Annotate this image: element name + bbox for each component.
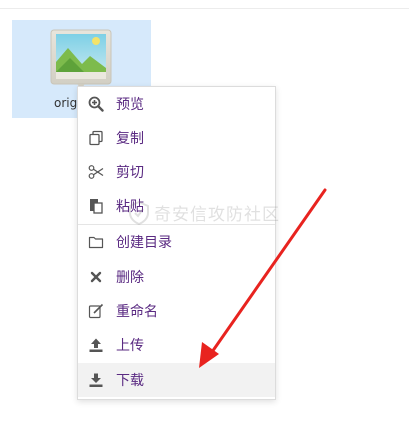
folder-icon [88,234,104,250]
delete-x-icon [88,269,104,285]
menu-item-label: 重命名 [116,304,158,320]
paste-icon [88,198,104,214]
menu-item-delete[interactable]: 删除 [78,260,275,294]
context-menu: 预览 复制 剪切 粘贴 创建目录 删除 重命名 上传 下载 [77,86,276,400]
menu-item-upload[interactable]: 上传 [78,328,275,362]
file-manager-canvas: orig 预览 复制 剪切 粘贴 创建目录 删除 重命名 上传 下载 奇安信攻防… [0,0,409,434]
copy-icon [88,130,104,146]
menu-item-paste[interactable]: 粘贴 [78,189,275,223]
menu-item-create-folder[interactable]: 创建目录 [78,225,275,259]
menu-item-label: 创建目录 [116,235,172,251]
menu-item-preview[interactable]: 预览 [78,87,275,121]
menu-item-label: 下载 [116,373,144,389]
menu-item-rename[interactable]: 重命名 [78,294,275,328]
upload-icon [88,337,104,353]
image-file-icon [50,29,112,89]
zoom-in-icon [88,96,104,112]
menu-item-label: 复制 [116,131,144,147]
download-icon [88,372,104,388]
menu-item-copy[interactable]: 复制 [78,121,275,155]
menu-item-label: 粘贴 [116,199,144,215]
menu-item-cut[interactable]: 剪切 [78,155,275,189]
top-divider [0,8,409,9]
menu-item-label: 删除 [116,270,144,286]
menu-item-download[interactable]: 下载 [78,363,275,397]
file-name-label: orig [54,96,78,110]
menu-item-label: 预览 [116,97,144,113]
edit-icon [88,303,104,319]
scissors-icon [88,164,104,180]
menu-item-label: 上传 [116,338,144,354]
menu-item-label: 剪切 [116,165,144,181]
